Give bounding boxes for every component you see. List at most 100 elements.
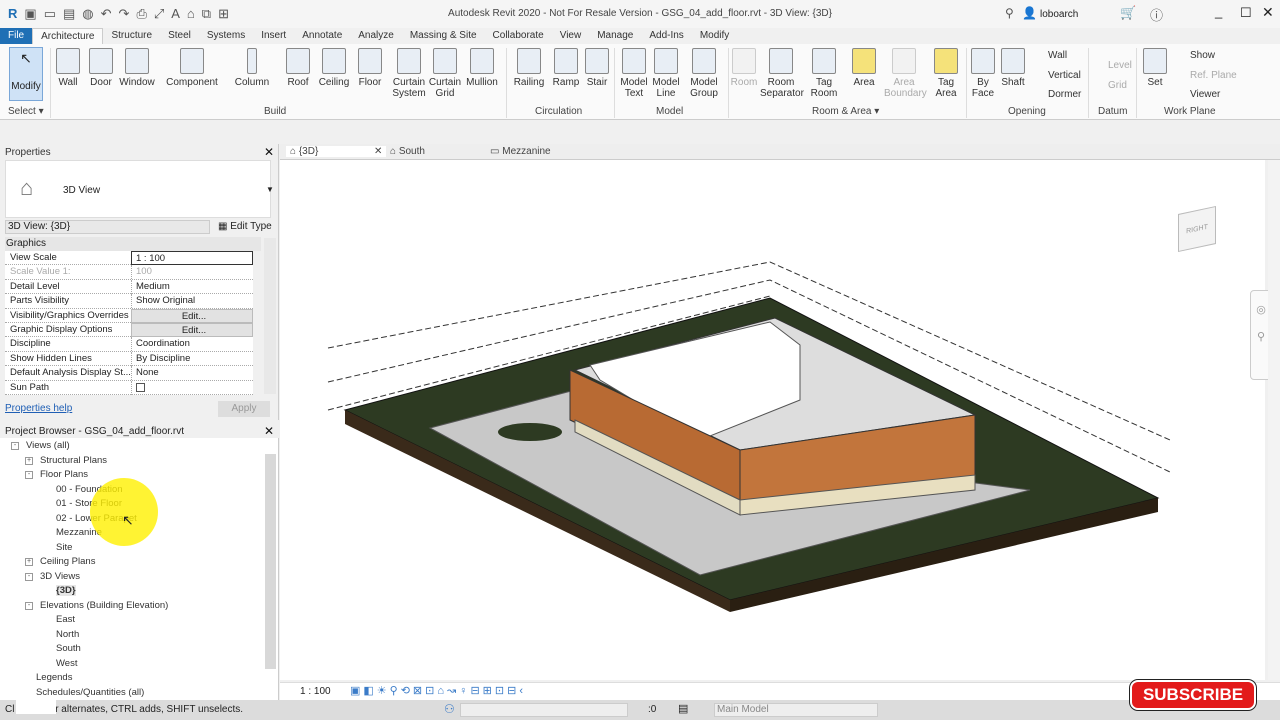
browser-scrollbar[interactable] <box>265 454 276 669</box>
tab-view[interactable]: View <box>552 28 590 44</box>
tab-annotate[interactable]: Annotate <box>294 28 350 44</box>
browser-node[interactable]: 3D Views <box>40 571 80 582</box>
browser-node[interactable]: West <box>56 658 77 669</box>
tab-mezzanine[interactable]: ▭ Mezzanine <box>490 146 551 157</box>
collapse-icon[interactable]: - <box>11 442 19 450</box>
workset-dropdown[interactable] <box>460 703 628 717</box>
wall-button[interactable]: Wall <box>56 48 80 88</box>
graphics-group-header[interactable]: Graphics <box>5 237 261 251</box>
properties-help-link[interactable]: Properties help <box>5 403 72 414</box>
room-button[interactable]: Room <box>730 48 758 88</box>
curtain-system-button[interactable]: Curtain System <box>390 48 428 99</box>
by-face-button[interactable]: By Face <box>970 48 996 99</box>
edit-button[interactable]: Edit... <box>131 308 253 323</box>
apply-button[interactable]: Apply <box>218 401 270 417</box>
set-workplane-button[interactable]: Set <box>1142 48 1168 88</box>
3d-viewport[interactable]: RIGHT ◎ ⚲ <box>280 160 1272 680</box>
maximize-button[interactable]: ☐ <box>1240 5 1252 21</box>
tab-collaborate[interactable]: Collaborate <box>485 28 552 44</box>
viewer-button[interactable]: Viewer <box>1190 89 1220 100</box>
floor-button[interactable]: Floor <box>356 48 384 88</box>
properties-scrollbar[interactable] <box>264 238 276 394</box>
design-option-dropdown[interactable]: Main Model <box>714 703 878 717</box>
tag-area-button[interactable]: Tag Area <box>932 48 960 99</box>
user-icon[interactable]: 👤 <box>1022 6 1037 20</box>
tab-steel[interactable]: Steel <box>160 28 199 44</box>
browser-node[interactable]: Site <box>56 542 72 553</box>
tab-file[interactable]: File <box>0 28 33 44</box>
view-scale[interactable]: 1 : 100 <box>300 686 331 697</box>
design-options-icon[interactable]: ▤ <box>678 702 688 715</box>
view-cube[interactable]: RIGHT <box>1178 205 1216 253</box>
area-button[interactable]: Area <box>850 48 878 88</box>
tag-room-button[interactable]: Tag Room <box>808 48 840 99</box>
mullion-button[interactable]: Mullion <box>464 48 500 88</box>
edit-type-button[interactable]: ▦ Edit Type <box>218 221 272 232</box>
room-separator-button[interactable]: Room Separator <box>760 48 804 99</box>
cart-icon[interactable]: 🛒 <box>1120 5 1136 21</box>
grid-button[interactable]: Grid <box>1108 80 1127 91</box>
stair-button[interactable]: Stair <box>584 48 610 88</box>
help-icon[interactable]: ⓘ <box>1150 5 1163 24</box>
tab-3d-view[interactable]: ⌂ {3D} ✕ <box>286 146 386 157</box>
browser-node[interactable]: Views (all) <box>26 440 70 451</box>
binoculars-icon[interactable]: ⚲ <box>1005 6 1014 20</box>
collapse-icon[interactable]: - <box>25 572 33 581</box>
tab-massing-site[interactable]: Massing & Site <box>402 28 485 44</box>
property-value[interactable]: Show Original <box>131 294 253 309</box>
close-window-button[interactable]: ✕ <box>1262 4 1274 21</box>
user-name[interactable]: loboarch <box>1040 9 1078 20</box>
browser-node[interactable]: {3D} <box>56 585 76 596</box>
shaft-button[interactable]: Shaft <box>1000 48 1026 88</box>
select-panel-label[interactable]: Select ▾ <box>8 106 44 117</box>
dormer-button[interactable]: Dormer <box>1048 89 1081 100</box>
model-group-button[interactable]: Model Group <box>686 48 722 99</box>
tab-insert[interactable]: Insert <box>253 28 294 44</box>
door-button[interactable]: Door <box>89 48 113 88</box>
browser-node[interactable]: Floor Plans <box>40 469 88 480</box>
browser-node[interactable]: Elevations (Building Elevation) <box>40 600 168 611</box>
browser-node[interactable]: South <box>56 643 81 654</box>
curtain-grid-button[interactable]: Curtain Grid <box>428 48 462 99</box>
model-line-button[interactable]: Model Line <box>650 48 682 99</box>
minimize-button[interactable]: _ <box>1215 4 1222 19</box>
expand-icon[interactable]: + <box>25 456 33 465</box>
room-area-panel-label[interactable]: Room & Area ▾ <box>812 106 879 117</box>
viewport-scrollbar[interactable] <box>1268 160 1280 680</box>
tab-structure[interactable]: Structure <box>103 28 160 44</box>
tab-architecture[interactable]: Architecture <box>32 28 104 44</box>
property-value[interactable]: Medium <box>131 279 253 294</box>
browser-node[interactable]: Structural Plans <box>40 455 107 466</box>
railing-button[interactable]: Railing <box>512 48 546 88</box>
area-boundary-button[interactable]: Area Boundary <box>884 48 927 99</box>
property-value[interactable]: None <box>131 366 253 381</box>
tab-systems[interactable]: Systems <box>199 28 253 44</box>
vertical-opening-button[interactable]: Vertical <box>1048 70 1081 81</box>
property-value[interactable]: 1 : 100 <box>131 251 253 265</box>
column-button[interactable]: Column <box>232 48 272 88</box>
worksets-icon[interactable]: ⚇ <box>444 702 455 716</box>
level-button[interactable]: Level <box>1108 60 1132 71</box>
sun-path-checkbox[interactable] <box>131 380 253 395</box>
wall-opening-button[interactable]: Wall <box>1048 50 1067 61</box>
collapse-icon[interactable]: - <box>25 471 33 479</box>
instance-filter-dropdown[interactable]: 3D View: {3D} <box>5 220 210 234</box>
component-button[interactable]: Component <box>164 48 220 88</box>
close-icon[interactable]: ✕ <box>374 146 382 157</box>
browser-node[interactable]: Ceiling Plans <box>40 556 95 567</box>
subscribe-button[interactable]: SUBSCRIBE <box>1130 680 1256 710</box>
show-workplane-button[interactable]: Show <box>1190 50 1215 61</box>
type-selector[interactable]: ⌂ 3D View ▼ <box>5 160 274 218</box>
browser-node[interactable]: Legends <box>36 672 72 683</box>
ref-plane-button[interactable]: Ref. Plane <box>1190 70 1237 81</box>
property-value[interactable]: Coordination <box>131 337 253 352</box>
ramp-button[interactable]: Ramp <box>552 48 580 88</box>
expand-icon[interactable]: + <box>25 558 33 566</box>
window-button[interactable]: Window <box>119 48 155 88</box>
browser-node[interactable]: East <box>56 614 75 625</box>
tab-add-ins[interactable]: Add-Ins <box>641 28 691 44</box>
close-icon[interactable]: ✕ <box>264 424 274 438</box>
tab-manage[interactable]: Manage <box>589 28 641 44</box>
tab-analyze[interactable]: Analyze <box>350 28 402 44</box>
close-icon[interactable]: ✕ <box>264 145 274 159</box>
